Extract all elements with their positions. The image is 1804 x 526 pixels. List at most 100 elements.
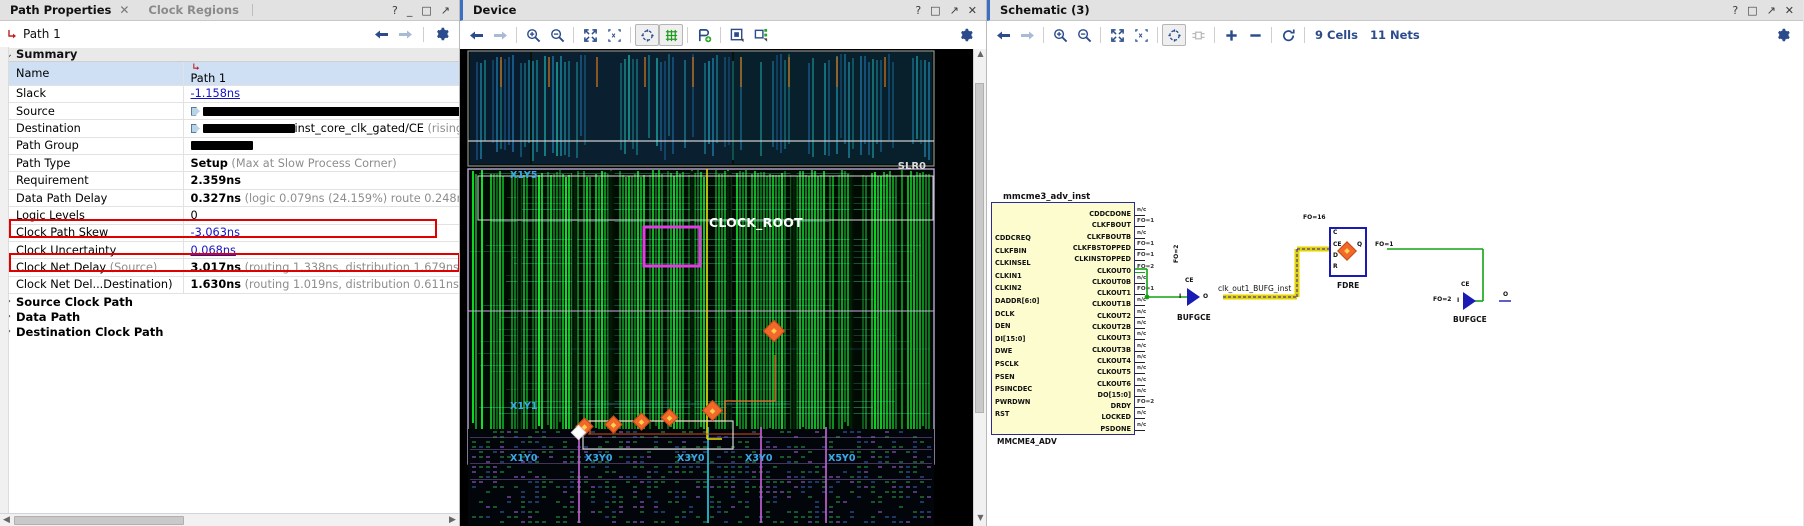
- routing-resources-icon[interactable]: [659, 24, 683, 46]
- clock-path-skew-link[interactable]: -3.063ns: [191, 226, 240, 239]
- horizontal-scrollbar[interactable]: ◀ ▶: [0, 513, 459, 526]
- path-properties-panel: Path Properties ✕ Clock Regions ? _ □ ↗ …: [0, 0, 460, 526]
- table-row[interactable]: Name Path 1: [9, 61, 459, 86]
- back-arrow-icon[interactable]: [991, 24, 1015, 46]
- zoom-out-icon[interactable]: [545, 24, 569, 46]
- scroll-down-icon[interactable]: ▼: [974, 513, 986, 526]
- float-icon[interactable]: ↗: [441, 5, 450, 16]
- table-row[interactable]: Path Type Setup (Max at Slow Process Cor…: [9, 154, 459, 173]
- highlight-icon[interactable]: [725, 24, 749, 46]
- maximize-icon[interactable]: □: [1747, 5, 1757, 16]
- forward-arrow-icon[interactable]: [488, 24, 512, 46]
- fdre-pin-q: Q: [1357, 241, 1363, 248]
- scroll-up-icon[interactable]: ▲: [974, 49, 986, 62]
- schematic-canvas[interactable]: mmcme3_adv_inst MMCME4_ADV CDDCREQ CLKFBI…: [987, 49, 1803, 526]
- add-path-icon[interactable]: [692, 24, 716, 46]
- properties-table: Name Path 1 Slack -1.158ns Source Destin…: [9, 61, 459, 295]
- expand-cone-icon[interactable]: [1219, 24, 1243, 46]
- table-row[interactable]: Clock Net Delay (Source) 3.017ns (routin…: [9, 258, 459, 277]
- table-row[interactable]: Slack -1.158ns: [9, 85, 459, 103]
- zoom-fit-icon[interactable]: [1105, 24, 1129, 46]
- table-row[interactable]: Path Group: [9, 137, 459, 156]
- table-row[interactable]: Clock Uncertainty 0.068ns: [9, 241, 459, 260]
- zoom-in-icon[interactable]: [1048, 24, 1072, 46]
- zoom-fit-icon[interactable]: [578, 24, 602, 46]
- device-floorplan[interactable]: [460, 49, 986, 526]
- back-button[interactable]: [370, 23, 392, 45]
- help-icon[interactable]: ?: [392, 5, 398, 16]
- toolbar-divider: [1157, 27, 1158, 43]
- device-vertical-scrollbar[interactable]: ▲ ▼: [973, 49, 986, 526]
- gear-icon[interactable]: [1771, 24, 1795, 46]
- float-icon[interactable]: ↗: [950, 5, 959, 16]
- zoom-out-icon[interactable]: [1072, 24, 1096, 46]
- scroll-track[interactable]: [13, 515, 446, 526]
- section-destination-clock-path[interactable]: › Destination Clock Path: [0, 324, 459, 339]
- pins-icon[interactable]: [1186, 24, 1210, 46]
- row-value: 0.327ns (logic 0.079ns (24.159%) route 0…: [183, 189, 459, 208]
- table-row[interactable]: Data Path Delay 0.327ns (logic 0.079ns (…: [9, 189, 459, 208]
- tab-schematic[interactable]: Schematic (3): [990, 0, 1099, 20]
- maximize-icon[interactable]: □: [421, 5, 431, 16]
- site-label-x1y0-b: X3Y0: [585, 453, 613, 464]
- marker-dot: [771, 328, 777, 334]
- row-key: Logic Levels: [9, 206, 184, 225]
- autofit-icon[interactable]: [1162, 24, 1186, 46]
- regenerate-icon[interactable]: [1276, 24, 1300, 46]
- bufgce-1-fanin: FO=2: [1173, 244, 1180, 263]
- expand-cell-icon[interactable]: [749, 24, 773, 46]
- bufgce-1-pin-i: I: [1179, 293, 1182, 300]
- help-icon[interactable]: ?: [1732, 5, 1738, 16]
- back-arrow-icon[interactable]: [464, 24, 488, 46]
- device-canvas[interactable]: SLR0 CLOCK_ROOT X1Y5 X1Y1 X1Y0 X3Y0 X3Y0…: [460, 49, 986, 526]
- autofit-icon[interactable]: [635, 24, 659, 46]
- schematic-toolbar: 9 Cells 11 Nets: [987, 21, 1803, 49]
- help-icon[interactable]: ?: [915, 5, 921, 16]
- gear-icon[interactable]: [431, 23, 453, 45]
- clock-uncertainty-link[interactable]: 0.068ns: [191, 244, 236, 257]
- table-row[interactable]: Logic Levels 0: [9, 206, 459, 225]
- row-key-text: Clock Net Delay: [16, 261, 107, 275]
- table-row[interactable]: Clock Net Del...Destination) 1.630ns (ro…: [9, 276, 459, 295]
- maximize-icon[interactable]: □: [930, 5, 940, 16]
- scroll-thumb[interactable]: [14, 515, 184, 525]
- group-summary[interactable]: ⌄ Summary: [0, 47, 459, 62]
- section-data-path[interactable]: › Data Path: [0, 309, 459, 324]
- row-key: Slack: [9, 85, 184, 103]
- toolbar-divider: [516, 27, 517, 43]
- net-label-clk-out1-bufg-inst[interactable]: clk_out1_BUFG_inst: [1218, 284, 1291, 293]
- close-icon[interactable]: ✕: [119, 3, 129, 17]
- bufgce-1-symbol[interactable]: [1187, 288, 1200, 306]
- bufgce-2-symbol[interactable]: [1463, 292, 1476, 310]
- section-source-clock-path[interactable]: › Source Clock Path: [0, 294, 459, 309]
- scroll-thumb[interactable]: [975, 83, 984, 413]
- scroll-right-icon[interactable]: ▶: [446, 515, 459, 525]
- slack-link[interactable]: -1.158ns: [191, 87, 240, 100]
- table-row[interactable]: Clock Path Skew -3.063ns: [9, 224, 459, 243]
- close-icon[interactable]: ✕: [968, 5, 977, 16]
- path-properties-body: ⌄ Summary Name Path 1 Slack -1.158ns: [0, 47, 459, 526]
- minimize-icon[interactable]: _: [407, 5, 413, 16]
- zoom-in-icon[interactable]: [521, 24, 545, 46]
- zoom-area-icon[interactable]: [602, 24, 626, 46]
- nets-count[interactable]: 11 Nets: [1364, 28, 1426, 42]
- float-icon[interactable]: ↗: [1767, 5, 1776, 16]
- table-row[interactable]: Destination inst_core_clk_gated/CE (risi…: [9, 119, 459, 138]
- zoom-area-icon[interactable]: [1129, 24, 1153, 46]
- tab-clock-regions[interactable]: Clock Regions: [138, 0, 248, 20]
- close-icon[interactable]: ✕: [1785, 5, 1794, 16]
- cells-count[interactable]: 9 Cells: [1309, 28, 1364, 42]
- row-value-suffix: (routing 1.338ns, distribution 1.679ns): [244, 261, 459, 275]
- table-row[interactable]: Source: [9, 102, 459, 121]
- gear-icon[interactable]: [954, 24, 978, 46]
- tab-device[interactable]: Device: [463, 0, 526, 20]
- path-icon: [192, 63, 199, 70]
- site-label-x1y0: X1Y0: [510, 453, 538, 464]
- forward-button[interactable]: [394, 23, 416, 45]
- scroll-left-icon[interactable]: ◀: [0, 515, 13, 525]
- tab-path-properties[interactable]: Path Properties ✕: [0, 0, 139, 20]
- forward-arrow-icon[interactable]: [1015, 24, 1039, 46]
- collapse-cone-icon[interactable]: [1243, 24, 1267, 46]
- table-row[interactable]: Requirement 2.359ns: [9, 171, 459, 190]
- row-key: Clock Path Skew: [9, 224, 184, 243]
